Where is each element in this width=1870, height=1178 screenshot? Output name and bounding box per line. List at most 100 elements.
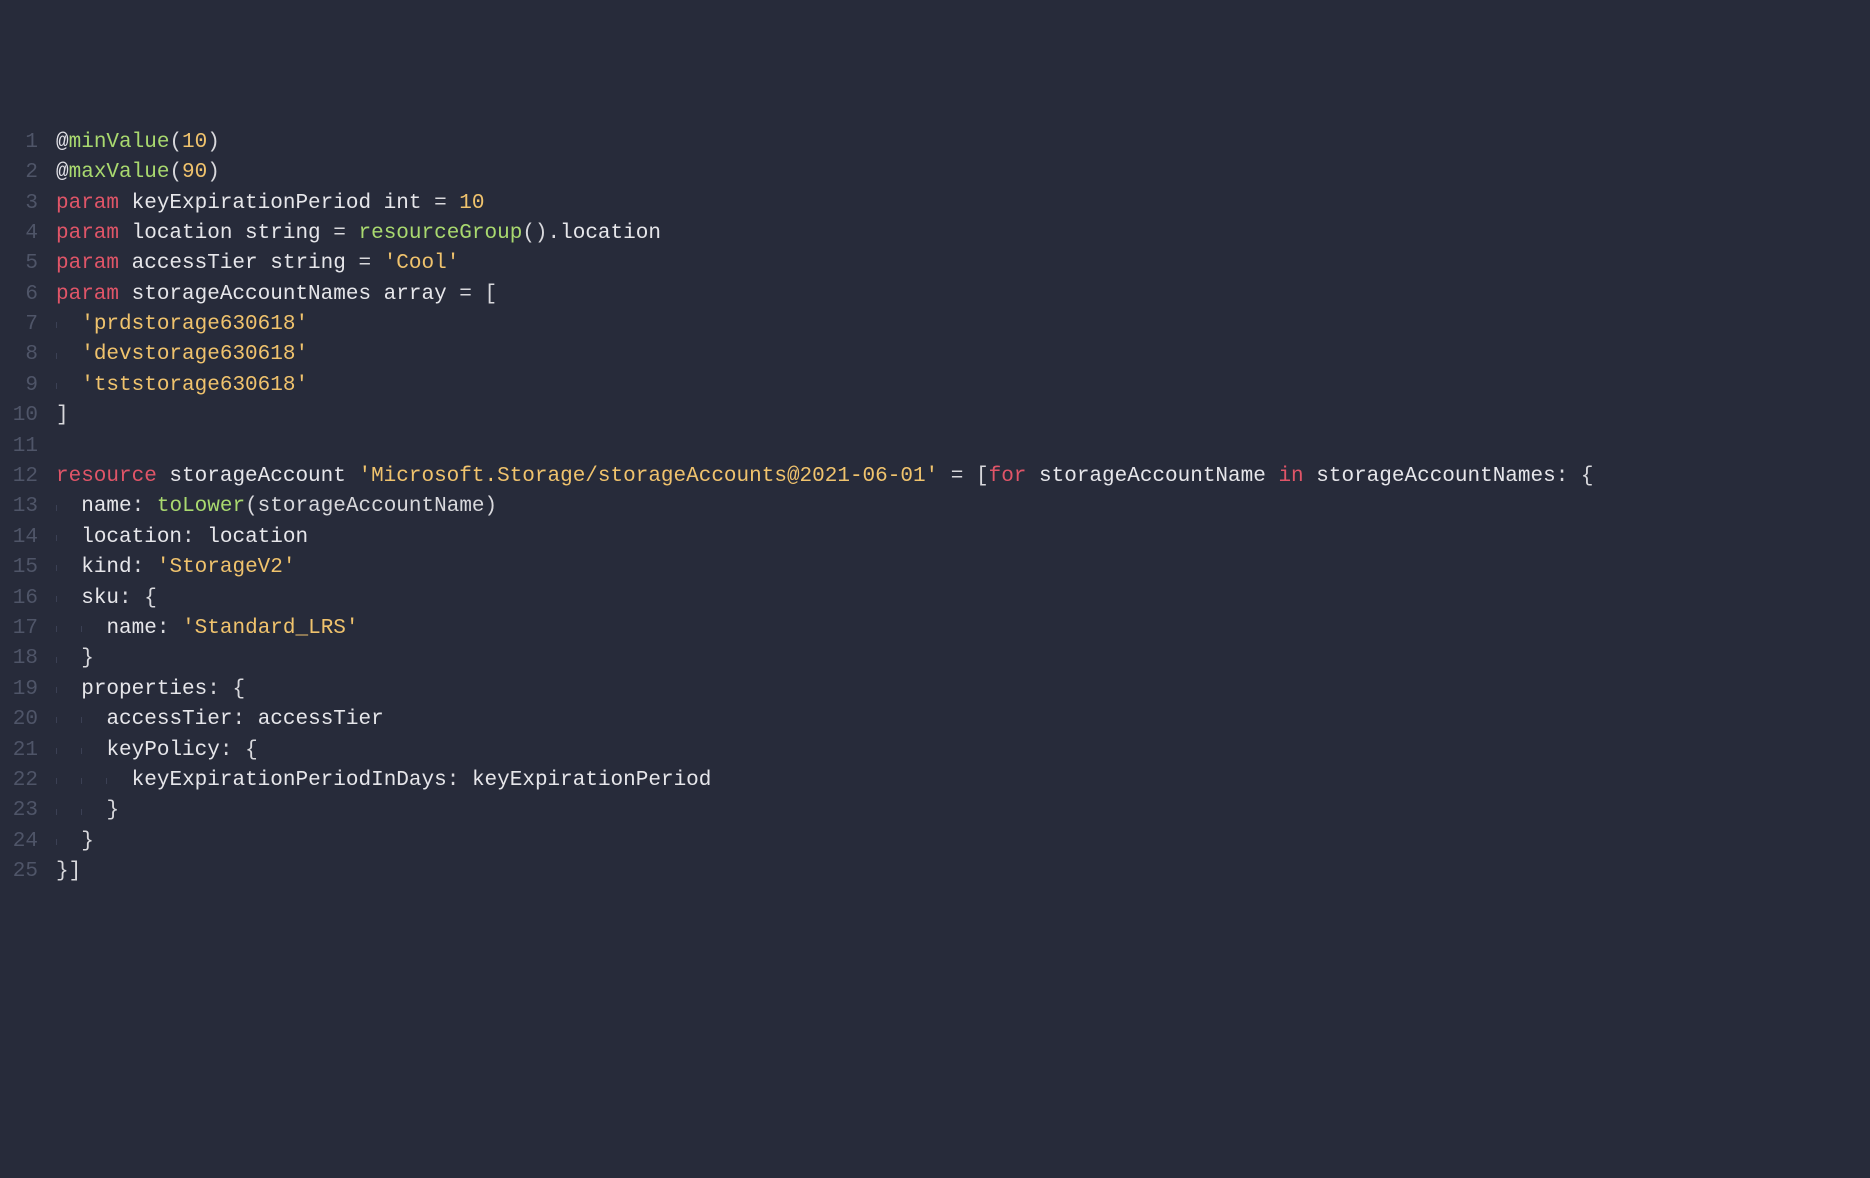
code-line[interactable]: param keyExpirationPeriod int = 10: [56, 189, 1870, 219]
code-line[interactable]: }]: [56, 857, 1870, 887]
token-num: 90: [182, 158, 207, 188]
code-line[interactable]: }: [56, 644, 1870, 674]
code-area[interactable]: @minValue(10)@maxValue(90)param keyExpir…: [56, 128, 1870, 1026]
token-op: }: [81, 827, 94, 857]
line-number: 12: [0, 462, 38, 492]
code-line[interactable]: }: [56, 827, 1870, 857]
token-op: ().: [522, 219, 560, 249]
token-op: :: [182, 523, 207, 553]
token-str: 'Standard_LRS': [182, 614, 358, 644]
token-type: int: [384, 189, 422, 219]
token-op: ]: [56, 401, 69, 431]
code-line[interactable]: @minValue(10): [56, 128, 1870, 158]
token-fn: toLower: [157, 492, 245, 522]
code-line[interactable]: name: 'Standard_LRS': [56, 614, 1870, 644]
token-op: =: [346, 249, 384, 279]
token-op: =: [321, 219, 359, 249]
code-line[interactable]: kind: 'StorageV2': [56, 553, 1870, 583]
code-line[interactable]: keyExpirationPeriodInDays: keyExpiration…: [56, 766, 1870, 796]
token-prop: keyExpirationPeriodInDays: [132, 766, 447, 796]
token-prop: accessTier: [106, 705, 232, 735]
token-op: : {: [1556, 462, 1594, 492]
token-paren: (: [169, 128, 182, 158]
token-deco: maxValue: [69, 158, 170, 188]
token-kw: param: [56, 189, 119, 219]
line-number: 13: [0, 492, 38, 522]
token-ident: keyExpirationPeriod: [472, 766, 711, 796]
token-kw: param: [56, 249, 119, 279]
line-number: 9: [0, 371, 38, 401]
token-paren: ): [207, 128, 220, 158]
token-ident: storageAccountNames: [119, 280, 384, 310]
token-op: : {: [207, 675, 245, 705]
token-type: string: [270, 249, 346, 279]
line-number: 18: [0, 644, 38, 674]
token-paren: (: [169, 158, 182, 188]
token-str: 'Cool': [384, 249, 460, 279]
token-str: 'prdstorage630618': [81, 310, 308, 340]
token-ident: location: [119, 219, 245, 249]
line-number: 20: [0, 705, 38, 735]
token-ident: location: [560, 219, 661, 249]
token-op: :: [447, 766, 472, 796]
token-str: 'devstorage630618': [81, 340, 308, 370]
token-ident: storageAccount: [157, 462, 359, 492]
token-fn: resourceGroup: [358, 219, 522, 249]
code-line[interactable]: location: location: [56, 523, 1870, 553]
code-line[interactable]: param storageAccountNames array = [: [56, 280, 1870, 310]
token-prop: properties: [81, 675, 207, 705]
code-line[interactable]: @maxValue(90): [56, 158, 1870, 188]
token-deco: minValue: [69, 128, 170, 158]
token-type: string: [245, 219, 321, 249]
line-number: 23: [0, 796, 38, 826]
code-line[interactable]: accessTier: accessTier: [56, 705, 1870, 735]
code-line[interactable]: param location string = resourceGroup().…: [56, 219, 1870, 249]
code-line[interactable]: name: toLower(storageAccountName): [56, 492, 1870, 522]
code-line[interactable]: 'tststorage630618': [56, 371, 1870, 401]
token-num: 10: [459, 189, 484, 219]
line-number: 8: [0, 340, 38, 370]
code-line[interactable]: 'prdstorage630618': [56, 310, 1870, 340]
code-line[interactable]: param accessTier string = 'Cool': [56, 249, 1870, 279]
token-ident: accessTier: [119, 249, 270, 279]
line-number: 17: [0, 614, 38, 644]
line-number: 7: [0, 310, 38, 340]
code-line[interactable]: }: [56, 796, 1870, 826]
token-prop: keyPolicy: [106, 736, 219, 766]
token-op: :: [132, 553, 157, 583]
token-op: }]: [56, 857, 81, 887]
token-type: array: [384, 280, 447, 310]
code-line[interactable]: [56, 432, 1870, 462]
token-op: = [: [447, 280, 497, 310]
line-number: 10: [0, 401, 38, 431]
token-op: : {: [119, 584, 157, 614]
code-line[interactable]: ]: [56, 401, 1870, 431]
token-at: @: [56, 158, 69, 188]
code-line[interactable]: sku: {: [56, 584, 1870, 614]
token-kw: for: [989, 462, 1027, 492]
token-num: 10: [182, 128, 207, 158]
token-kw: resource: [56, 462, 157, 492]
line-number: 4: [0, 219, 38, 249]
token-op: :: [157, 614, 182, 644]
line-number: 22: [0, 766, 38, 796]
line-number: 14: [0, 523, 38, 553]
token-ident: accessTier: [258, 705, 384, 735]
code-line[interactable]: 'devstorage630618': [56, 340, 1870, 370]
code-line[interactable]: resource storageAccount 'Microsoft.Stora…: [56, 462, 1870, 492]
code-line[interactable]: properties: {: [56, 675, 1870, 705]
code-editor[interactable]: 1234567891011121314151617181920212223242…: [0, 122, 1870, 1026]
token-prop: sku: [81, 584, 119, 614]
token-ident: storageAccountName: [1026, 462, 1278, 492]
token-ident: keyExpirationPeriod: [119, 189, 384, 219]
code-line[interactable]: keyPolicy: {: [56, 736, 1870, 766]
token-str: 'Microsoft.Storage/storageAccounts@2021-…: [358, 462, 938, 492]
line-number: 24: [0, 827, 38, 857]
line-number-gutter: 1234567891011121314151617181920212223242…: [0, 128, 56, 1026]
line-number: 16: [0, 584, 38, 614]
token-at: @: [56, 128, 69, 158]
token-op: }: [81, 644, 94, 674]
token-kw: in: [1278, 462, 1303, 492]
line-number: 3: [0, 189, 38, 219]
token-prop: kind: [81, 553, 131, 583]
